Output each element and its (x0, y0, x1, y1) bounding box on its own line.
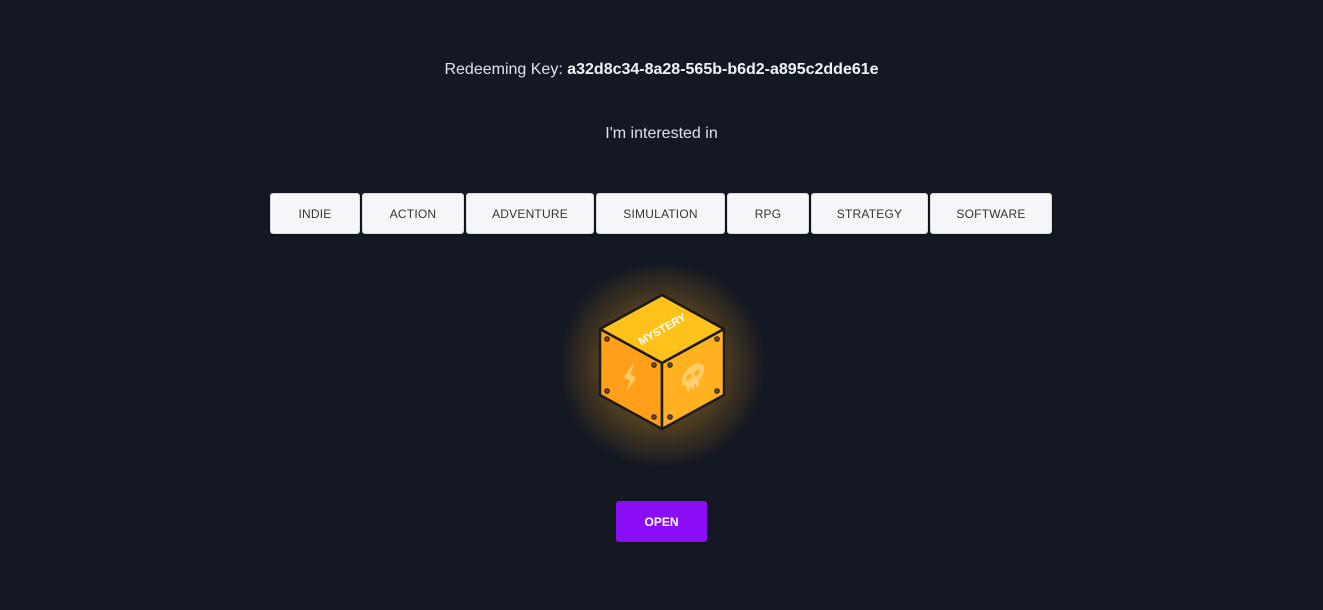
genre-button-software[interactable]: SOFTWARE (930, 193, 1052, 234)
genre-button-indie[interactable]: INDIE (270, 193, 360, 234)
redeem-key-line: Redeeming Key: a32d8c34-8a28-565b-b6d2-a… (0, 61, 1323, 79)
redeem-page: Redeeming Key: a32d8c34-8a28-565b-b6d2-a… (0, 0, 1323, 610)
mystery-box-graphic: MYSTERY (598, 293, 726, 431)
interest-heading: I'm interested in (605, 125, 718, 142)
redeem-key-value: a32d8c34-8a28-565b-b6d2-a895c2dde61e (567, 61, 879, 78)
redeem-key-label: Redeeming Key: (444, 61, 563, 78)
genre-button-action[interactable]: ACTION (362, 193, 464, 234)
genre-button-rpg[interactable]: RPG (727, 193, 809, 234)
genre-button-adventure[interactable]: ADVENTURE (466, 193, 594, 234)
open-button[interactable]: OPEN (616, 501, 707, 542)
genre-button-group: INDIE ACTION ADVENTURE SIMULATION RPG ST… (270, 193, 1052, 234)
genre-button-strategy[interactable]: STRATEGY (811, 193, 928, 234)
mystery-box[interactable]: MYSTERY (532, 245, 792, 485)
genre-button-simulation[interactable]: SIMULATION (596, 193, 725, 234)
